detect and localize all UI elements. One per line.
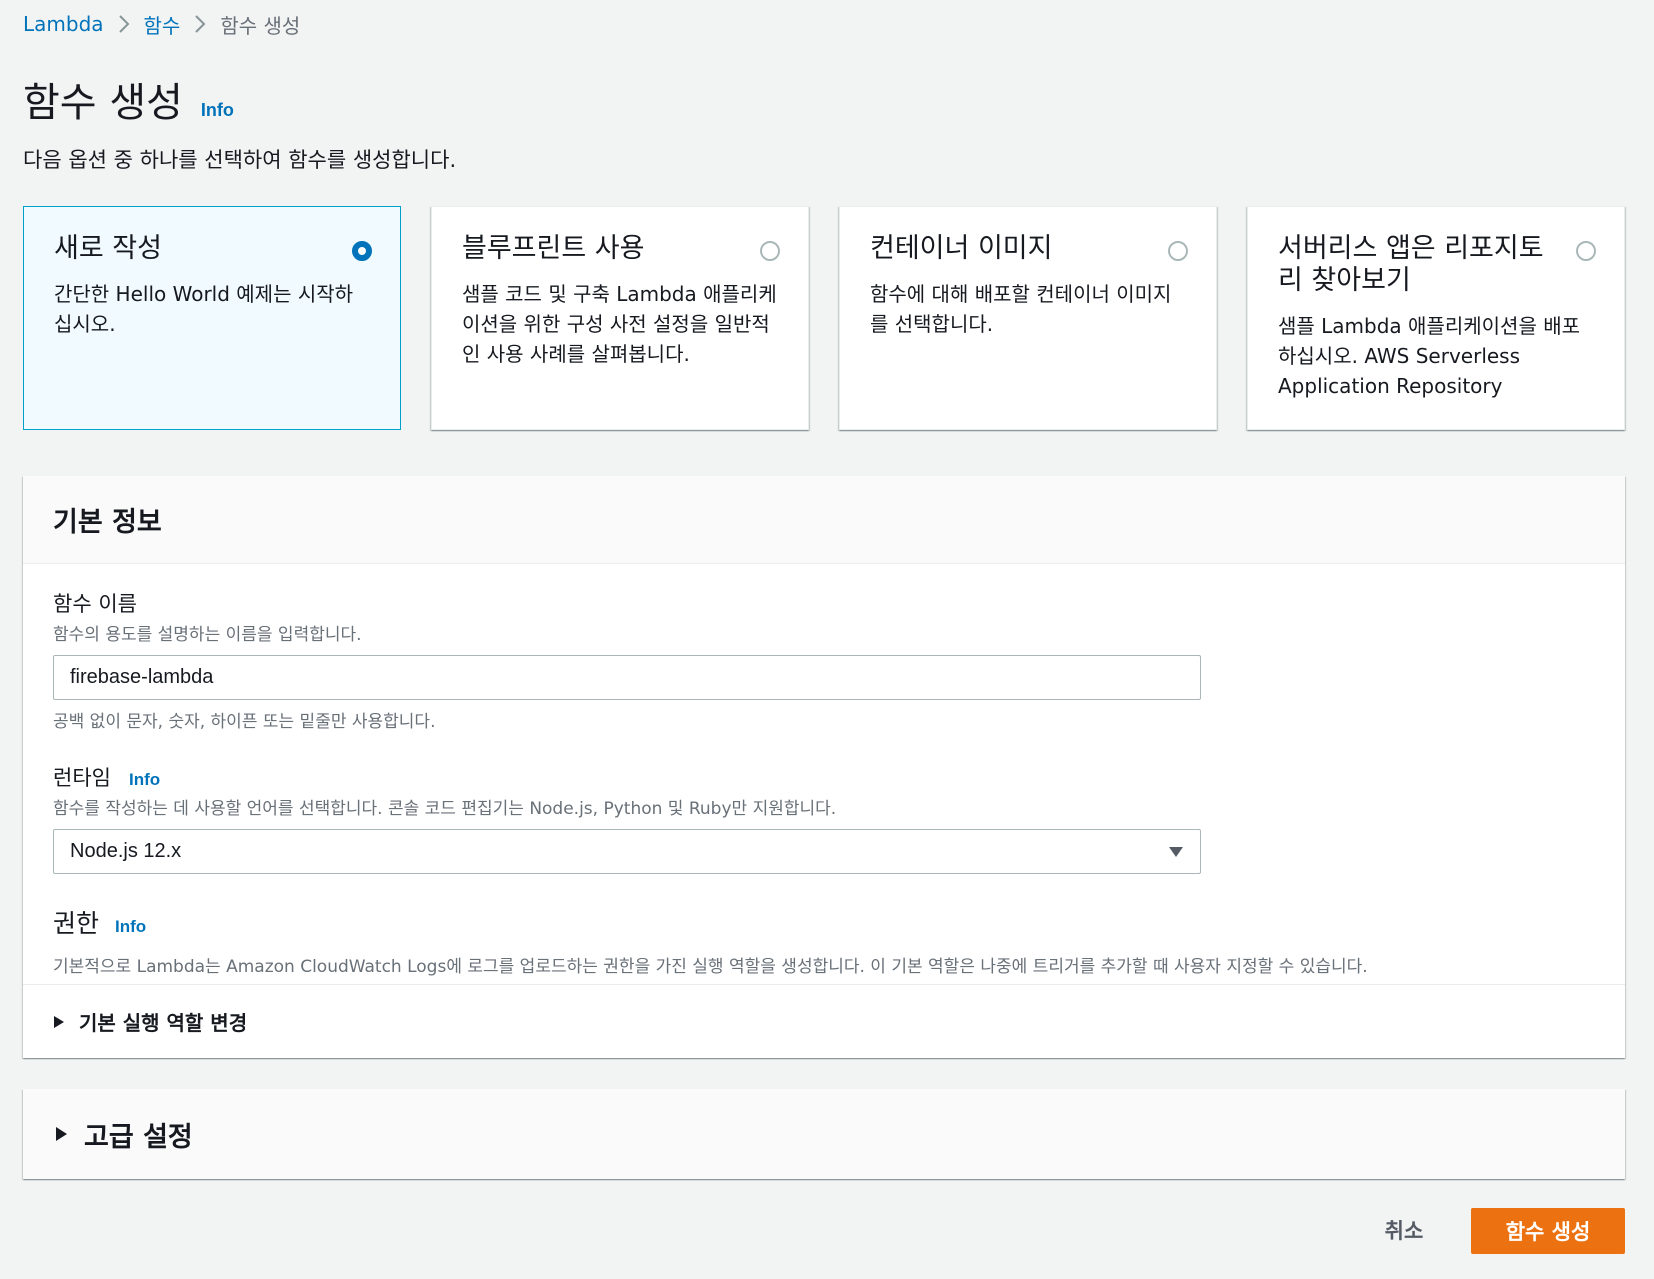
- permissions-desc: 기본적으로 Lambda는 Amazon CloudWatch Logs에 로그…: [53, 957, 1368, 977]
- chevron-right-icon: [180, 8, 220, 40]
- permissions-label: 권한 Info: [53, 904, 1595, 940]
- function-name-value: firebase-lambda: [70, 666, 214, 688]
- advanced-settings-label: 고급 설정: [84, 1121, 193, 1153]
- title-info-link[interactable]: Info: [201, 100, 234, 121]
- option-desc: 샘플 Lambda 애플리케이션을 배포하십시오. AWS Serverless…: [1278, 314, 1580, 398]
- permissions-field: 권한 Info 기본적으로 Lambda는 Amazon CloudWatch …: [53, 904, 1595, 977]
- breadcrumb-lambda[interactable]: Lambda: [23, 12, 104, 36]
- runtime-label-text: 런타임: [53, 766, 111, 790]
- change-default-role-expander[interactable]: 기본 실행 역할 변경: [23, 984, 1625, 1058]
- option-desc: 샘플 코드 및 구축 Lambda 애플리케이션을 위한 구성 사전 설정을 일…: [462, 282, 777, 366]
- option-container-image[interactable]: 컨테이너 이미지 함수에 대해 배포할 컨테이너 이미지를 선택합니다.: [839, 206, 1217, 430]
- breadcrumb: Lambda 함수 함수 생성: [23, 8, 300, 40]
- basic-info-panel: 기본 정보 함수 이름 함수의 용도를 설명하는 이름을 입력합니다. fire…: [23, 476, 1625, 1058]
- caret-right-icon: [56, 1127, 67, 1141]
- option-title: 새로 작성: [54, 233, 162, 264]
- runtime-info-link[interactable]: Info: [129, 770, 160, 790]
- page-title: 함수 생성: [23, 80, 183, 126]
- option-author-from-scratch[interactable]: 새로 작성 간단한 Hello World 예제는 시작하십시오.: [23, 206, 401, 430]
- option-title: 블루프린트 사용: [462, 233, 645, 264]
- create-function-button[interactable]: 함수 생성: [1471, 1208, 1625, 1254]
- function-name-constraint: 공백 없이 문자, 숫자, 하이픈 또는 밑줄만 사용합니다.: [53, 712, 436, 732]
- option-title: 컨테이너 이미지: [870, 233, 1053, 264]
- breadcrumb-functions[interactable]: 함수: [144, 10, 181, 39]
- option-desc: 간단한 Hello World 예제는 시작하십시오.: [54, 282, 354, 336]
- radio-selected-icon[interactable]: [352, 241, 372, 261]
- basic-info-body: 함수 이름 함수의 용도를 설명하는 이름을 입력합니다. firebase-l…: [23, 564, 1625, 977]
- function-name-desc: 함수의 용도를 설명하는 이름을 입력합니다.: [53, 625, 362, 645]
- function-name-field: 함수 이름 함수의 용도를 설명하는 이름을 입력합니다. firebase-l…: [53, 588, 1595, 732]
- option-use-blueprint[interactable]: 블루프린트 사용 샘플 코드 및 구축 Lambda 애플리케이션을 위한 구성…: [431, 206, 809, 430]
- cancel-button[interactable]: 취소: [1360, 1208, 1448, 1252]
- basic-info-title: 기본 정보: [53, 507, 162, 538]
- permissions-label-text: 권한: [53, 909, 100, 938]
- basic-info-header: 기본 정보: [23, 476, 1625, 564]
- creation-options: 새로 작성 간단한 Hello World 예제는 시작하십시오. 블루프린트 …: [23, 206, 1625, 430]
- radio-unselected-icon[interactable]: [760, 241, 780, 261]
- runtime-field: 런타임 Info 함수를 작성하는 데 사용할 언어를 선택합니다. 콘솔 코드…: [53, 762, 1595, 874]
- radio-unselected-icon[interactable]: [1576, 241, 1596, 261]
- radio-unselected-icon[interactable]: [1168, 241, 1188, 261]
- runtime-desc: 함수를 작성하는 데 사용할 언어를 선택합니다. 콘솔 코드 편집기는 Nod…: [53, 799, 837, 819]
- option-title: 서버리스 앱은 리포지토리 찾아보기: [1278, 233, 1544, 296]
- runtime-select[interactable]: Node.js 12.x: [53, 829, 1201, 874]
- chevron-right-icon: [104, 8, 144, 40]
- option-serverless-app-repository[interactable]: 서버리스 앱은 리포지토리 찾아보기 샘플 Lambda 애플리케이션을 배포하…: [1247, 206, 1625, 430]
- advanced-settings-expander[interactable]: 고급 설정: [23, 1089, 1625, 1179]
- runtime-value: Node.js 12.x: [70, 840, 182, 862]
- breadcrumb-current: 함수 생성: [220, 13, 301, 38]
- caret-right-icon: [54, 1015, 64, 1028]
- caret-down-icon: [1169, 846, 1183, 857]
- option-desc: 함수에 대해 배포할 컨테이너 이미지를 선택합니다.: [870, 282, 1172, 336]
- function-name-label-text: 함수 이름: [53, 592, 137, 616]
- page-subtitle: 다음 옵션 중 하나를 선택하여 함수를 생성합니다.: [23, 148, 457, 172]
- runtime-label: 런타임 Info: [53, 762, 1595, 792]
- page: Lambda 함수 함수 생성 함수 생성 Info 다음 옵션 중 하나를 선…: [0, 0, 1654, 1279]
- title-row: 함수 생성 Info: [23, 70, 234, 128]
- function-name-label: 함수 이름: [53, 588, 1595, 618]
- function-name-input[interactable]: firebase-lambda: [53, 655, 1201, 700]
- permissions-info-link[interactable]: Info: [115, 917, 146, 937]
- change-default-role-label: 기본 실행 역할 변경: [79, 1011, 248, 1035]
